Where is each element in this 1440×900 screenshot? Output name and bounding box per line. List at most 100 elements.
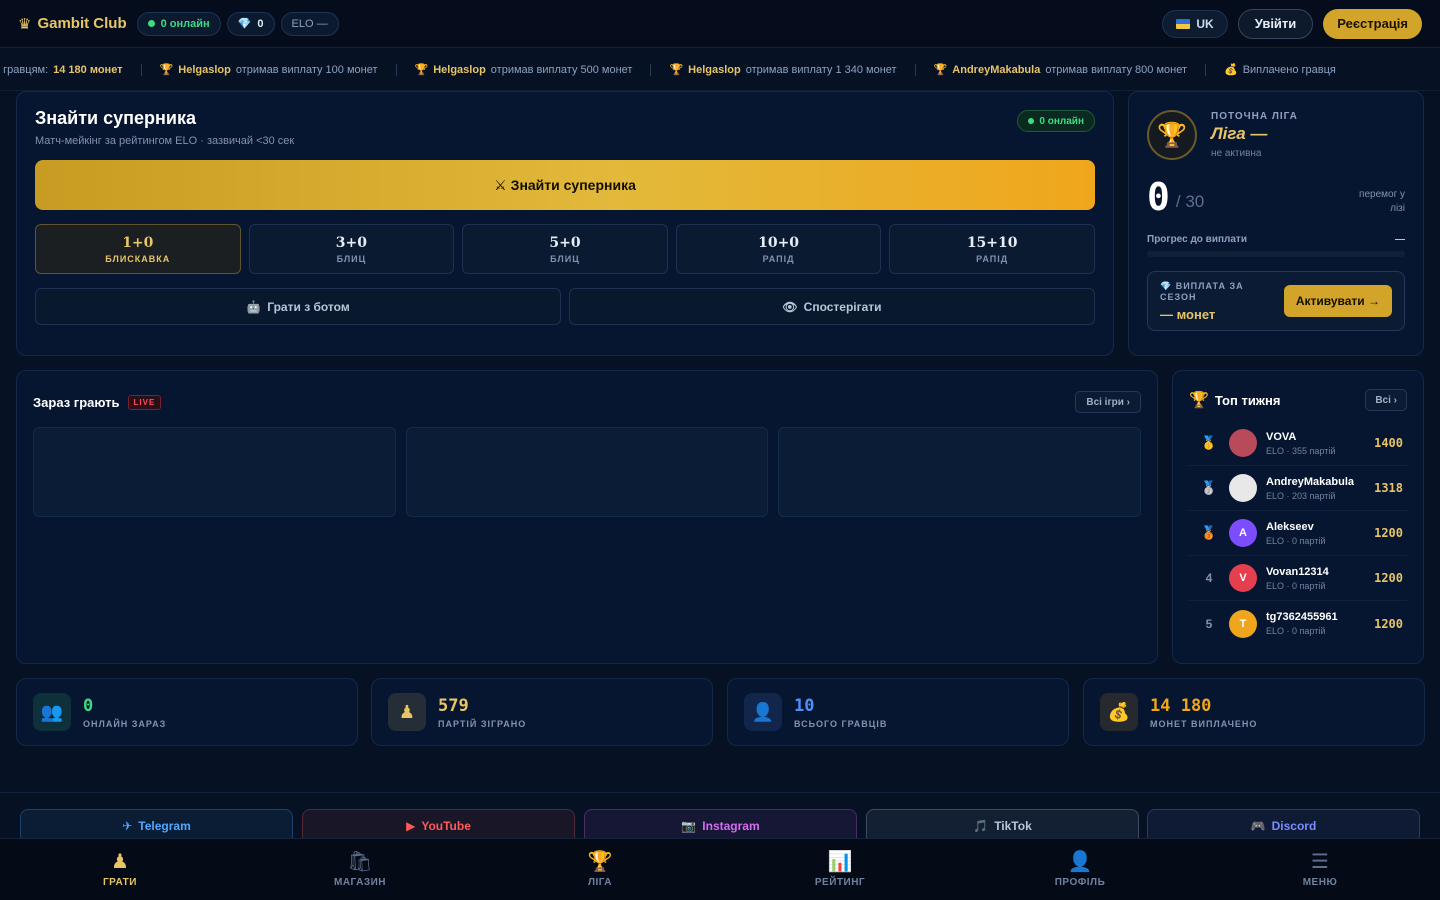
medal-icon: 🥉 — [1200, 525, 1218, 540]
find-opponent-card: Знайти суперника Матч-мейкінг за рейтинг… — [16, 91, 1114, 356]
avatar: A — [1229, 519, 1257, 547]
online-indicator: 0 онлайн — [136, 11, 221, 36]
leader-meta: ELO · 355 партій — [1266, 445, 1336, 456]
leaderboard-row[interactable]: 🥇 VOVA ELO · 355 партій 1400 — [1189, 421, 1407, 466]
language-selector[interactable]: UK — [1162, 9, 1228, 38]
online-badge: 0 онлайн — [1017, 110, 1095, 132]
leaderboard-row[interactable]: 4 V Vovan12314 ELO · 0 партій 1200 — [1189, 556, 1407, 601]
ticker-text: отримав виплату 100 монет — [235, 63, 378, 76]
register-button[interactable]: Реєстрація — [1323, 8, 1422, 39]
find-opponent-button[interactable]: ⚔ Знайти суперника — [35, 160, 1095, 210]
shop-icon: 🛍 — [347, 850, 373, 873]
season-payout-box: 💎 ВИПЛАТА ЗА СЕЗОН — монет Активувати → — [1147, 271, 1405, 331]
menu-icon: ☰ — [1311, 850, 1329, 873]
logo[interactable]: ♛ Gambit Club — [18, 15, 127, 33]
stat-label: ПАРТІЙ ЗІГРАНО — [438, 718, 527, 729]
login-button[interactable]: Увійти — [1237, 8, 1314, 39]
elo-label: ELO — — [291, 17, 328, 30]
leader-info: VOVA ELO · 355 партій — [1266, 431, 1335, 456]
stat-body: 10 ВСЬОГО ГРАВЦІВ — [794, 696, 887, 729]
stat-body: 0 ОНЛАЙН ЗАРАЗ — [83, 696, 166, 729]
leader-elo: 1200 — [1374, 571, 1403, 585]
nav-item-menu[interactable]: ☰ МЕНЮ — [1200, 839, 1440, 900]
ticker-item: 🏆 Helgaslop отримав виплату 1 340 монет — [669, 63, 896, 77]
discord-icon: 🎮 — [1250, 819, 1266, 833]
nav-item-trophy[interactable]: 🏆 ЛІГА — [480, 839, 720, 900]
stat-card: 💰 14 180 МОНЕТ ВИПЛАЧЕНО — [1083, 678, 1425, 746]
time-control-name: РАПІД — [762, 253, 795, 264]
league-label: ПОТОЧНА ЛІГА — [1211, 111, 1298, 122]
instagram-icon: 📷 — [681, 819, 697, 833]
diamond-icon: 💎 — [237, 18, 252, 30]
play-with-bot-button[interactable]: 🤖 Грати з ботом — [35, 288, 561, 325]
all-games-button[interactable]: Всі ігри › — [1075, 391, 1141, 413]
language-label: UK — [1196, 16, 1214, 31]
time-control-1-0[interactable]: 1+0 БЛИСКАВКА — [35, 224, 241, 274]
leader-name: Vovan12314 — [1266, 565, 1329, 578]
time-control-time: 1+0 — [122, 234, 154, 251]
medal-icon: 🥇 — [1200, 435, 1218, 450]
current-league-card: 🏆 ПОТОЧНА ЛІГА Ліга — не активна 0 / 30 … — [1128, 91, 1424, 356]
nav-item-profile[interactable]: 👤 ПРОФІЛЬ — [960, 839, 1200, 900]
time-control-5-0[interactable]: 5+0 БЛИЦ — [462, 224, 668, 274]
ticker-item: 💰 Виплачено гравця — [1224, 63, 1336, 77]
stat-body: 14 180 МОНЕТ ВИПЛАЧЕНО — [1150, 696, 1257, 729]
pawn-icon: ♟ — [388, 693, 426, 731]
crossed-swords-icon: ⚔ — [494, 176, 507, 193]
activate-button[interactable]: Активувати → — [1283, 285, 1392, 317]
time-control-time: 10+0 — [758, 234, 800, 251]
logo-text: Gambit Club — [37, 15, 127, 32]
diamond-icon: 💎 — [1160, 280, 1176, 291]
ticker-name: Helgaslop — [178, 63, 231, 76]
nav-label: РЕЙТИНГ — [814, 876, 866, 888]
medal-icon: 🥈 — [1200, 480, 1218, 495]
league-name: Ліга — — [1211, 124, 1268, 143]
watch-button[interactable]: 👁 Спостерігати — [569, 288, 1095, 325]
nav-item-pawn[interactable]: ♟ ГРАТИ — [0, 839, 240, 900]
game-slot-placeholder — [405, 427, 769, 517]
ticker-name: Helgaslop — [688, 63, 741, 76]
gems-counter[interactable]: 💎 0 — [226, 11, 275, 36]
online-badge-label: 0 онлайн — [1039, 115, 1084, 127]
time-control-10-0[interactable]: 10+0 РАПІД — [675, 224, 882, 274]
nav-item-shop[interactable]: 🛍 МАГАЗИН — [240, 839, 480, 900]
leader-meta: ELO · 0 партій — [1266, 535, 1326, 546]
wins-label: перемог у лізі — [1359, 189, 1405, 214]
social-label: YouTube — [421, 819, 471, 833]
time-control-time: 5+0 — [549, 234, 581, 251]
leaderboard-row[interactable]: 🥈 AndreyMakabula ELO · 203 партій 1318 — [1189, 466, 1407, 511]
top-header: ♛ Gambit Club 0 онлайн 💎 0 ELO — UK Увій… — [0, 0, 1440, 48]
league-status: не активна — [1211, 148, 1262, 159]
nav-item-chart[interactable]: 📊 РЕЙТИНГ — [720, 839, 960, 900]
stat-body: 579 ПАРТІЙ ЗІГРАНО — [438, 696, 526, 729]
time-control-3-0[interactable]: 3+0 БЛИЦ — [248, 224, 455, 274]
trophy-icon: 🏆 — [414, 64, 429, 76]
time-control-time: 3+0 — [335, 234, 367, 251]
ticker-separator — [650, 63, 652, 76]
time-control-name: РАПІД — [976, 253, 1009, 264]
rank-number: 4 — [1205, 571, 1213, 585]
ticker-text: отримав виплату 500 монет — [490, 63, 633, 76]
leader-info: Vovan12314 ELO · 0 партій — [1266, 566, 1329, 591]
time-control-15-10[interactable]: 15+10 РАПІД — [889, 224, 1095, 274]
now-playing-card: Зараз грають LIVE Всі ігри › — [16, 370, 1158, 664]
pawn-icon: ♟ — [111, 850, 129, 873]
leaderboard-row[interactable]: 5 Ttg7362455961 ELO · 0 партій 1200 — [1189, 601, 1407, 646]
stat-label: ОНЛАЙН ЗАРАЗ — [83, 718, 167, 729]
payout-value: — монет — [1160, 306, 1216, 322]
find-title: Знайти суперника — [35, 108, 196, 128]
stat-card: 👥 0 ОНЛАЙН ЗАРАЗ — [16, 678, 358, 746]
ticker-prefix: о гравцям: — [0, 63, 49, 76]
telegram-icon: ✈ — [122, 819, 133, 833]
wins-count: 0 — [1147, 175, 1170, 219]
top-all-button[interactable]: Всі › — [1365, 389, 1407, 411]
trophy-icon: 🏆 — [669, 64, 684, 76]
find-subtitle: Матч-мейкінг за рейтингом ELO · зазвичай… — [35, 135, 295, 147]
avatar — [1229, 429, 1257, 457]
leaderboard-row[interactable]: 🥉 A Alekseev ELO · 0 партій 1200 — [1189, 511, 1407, 556]
elo-badge: ELO — — [280, 11, 339, 36]
leader-name: Alekseev — [1266, 520, 1314, 533]
time-control-name: БЛИСКАВКА — [105, 253, 171, 264]
stat-card: 👤 10 ВСЬОГО ГРАВЦІВ — [727, 678, 1069, 746]
chart-icon: 📊 — [827, 850, 853, 873]
